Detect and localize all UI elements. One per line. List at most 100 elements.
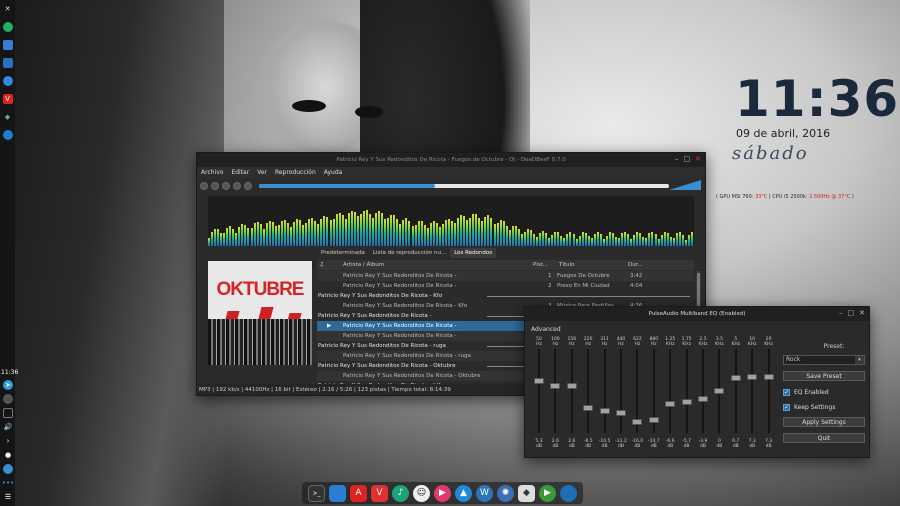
maximize-icon[interactable]: □ <box>684 155 691 163</box>
wordpress-icon[interactable]: W <box>476 484 493 502</box>
vivaldi-icon[interactable]: V <box>371 484 388 502</box>
vivaldi-icon[interactable]: V <box>2 94 13 104</box>
save-preset-button[interactable]: Save Preset <box>783 371 865 381</box>
network-icon[interactable] <box>3 408 13 418</box>
close-icon[interactable]: ✕ <box>859 309 865 317</box>
play-circle-icon[interactable]: ▶ <box>539 484 556 502</box>
logo-icon[interactable]: ✕ <box>3 4 13 14</box>
col-playing[interactable]: ♫ <box>319 262 324 268</box>
acrobat-icon[interactable]: A <box>350 484 367 502</box>
menu-icon[interactable]: ☰ <box>3 492 13 502</box>
band-slider-track[interactable] <box>702 349 704 433</box>
band-slider-track[interactable] <box>734 349 737 433</box>
band-slider-track[interactable] <box>685 349 688 433</box>
table-row[interactable]: Patricio Rey Y Sus Redonditos De Ricota … <box>317 271 694 281</box>
atom-icon[interactable]: ✺ <box>497 484 514 502</box>
band-slider-handle[interactable] <box>599 408 610 415</box>
play-icon[interactable]: ▶ <box>434 484 451 502</box>
band-slider-handle[interactable] <box>698 395 708 402</box>
file-icon[interactable] <box>329 484 346 502</box>
previous-button[interactable] <box>233 182 241 190</box>
band-slider-track[interactable] <box>554 349 557 433</box>
play-button[interactable] <box>211 182 219 190</box>
terminal-icon[interactable]: >_ <box>308 484 325 502</box>
band-slider-handle[interactable] <box>583 404 594 411</box>
band-value-label: 7.3 dB <box>761 439 777 449</box>
next-button[interactable] <box>244 182 252 190</box>
preset-select[interactable]: Rock ▾ <box>783 355 865 365</box>
eq-titlebar[interactable]: PulseAudio Multiband EQ (Enabled) – □ ✕ <box>525 307 869 321</box>
penguin-icon[interactable]: ☺ <box>413 484 430 502</box>
menu-ver[interactable]: Ver <box>257 169 267 176</box>
band-slider-handle[interactable] <box>763 373 774 380</box>
player-titlebar[interactable]: Patricio Rey Y Sus Redonditos De Ricota … <box>197 153 705 167</box>
col-artist[interactable]: Artista / Álbum <box>343 262 384 268</box>
band-slider-handle[interactable] <box>534 377 544 384</box>
panel-clock[interactable]: 11:36 <box>1 369 18 376</box>
band-slider-track[interactable] <box>767 349 770 433</box>
analyzer-bar <box>542 231 545 246</box>
keep-settings-checkbox[interactable]: ✓ Keep Settings <box>783 404 865 411</box>
tab-predeterminada[interactable]: Predeterminada <box>317 248 369 258</box>
blue-app-icon[interactable] <box>2 130 13 140</box>
telegram-icon[interactable]: ➤ <box>3 380 13 390</box>
pause-button[interactable] <box>222 182 230 190</box>
band-slider-handle[interactable] <box>566 382 577 389</box>
close-icon[interactable]: ✕ <box>695 155 701 163</box>
green-app-icon[interactable] <box>2 22 13 32</box>
tab-los-redondos[interactable]: Los Redondos <box>450 248 497 258</box>
band-slider-track[interactable] <box>603 349 606 433</box>
drop-icon[interactable]: ● <box>3 450 13 460</box>
band-slider-handle[interactable] <box>665 400 676 407</box>
col-track[interactable]: Pist... <box>533 262 548 268</box>
band-slider-track[interactable] <box>538 349 540 433</box>
maximize-icon[interactable]: □ <box>848 309 855 317</box>
files-icon[interactable] <box>2 40 13 50</box>
quit-button[interactable]: Quit <box>783 433 865 443</box>
tab-lista[interactable]: Lista de reproducción nu... <box>369 248 450 258</box>
playlist-header: ♫ Artista / Álbum Pist... Título Dur... <box>317 260 694 270</box>
band-slider-handle[interactable] <box>730 374 741 381</box>
band-slider-handle[interactable] <box>550 382 561 389</box>
playlist-group-header[interactable]: Patricio Rey Y Sus Redonditos De Ricota … <box>317 291 694 301</box>
band-value-label: -8.5 dB <box>580 439 596 449</box>
band-slider-handle[interactable] <box>747 373 758 380</box>
col-title[interactable]: Título <box>559 262 574 268</box>
blue-dot-icon[interactable] <box>2 76 13 86</box>
minimize-icon[interactable]: – <box>675 155 679 163</box>
band-slider-handle[interactable] <box>616 409 626 416</box>
band-slider-track[interactable] <box>620 349 622 433</box>
band-slider-handle[interactable] <box>648 416 659 423</box>
band-slider-track[interactable] <box>587 349 590 433</box>
eq-enabled-checkbox[interactable]: ✓ EQ Enabled <box>783 389 865 396</box>
volume-slider[interactable] <box>669 180 701 190</box>
origami-icon[interactable]: ◆ <box>518 484 535 502</box>
green-tool-icon[interactable]: ◆ <box>3 112 13 122</box>
steam-icon[interactable] <box>3 394 13 404</box>
menu-editar[interactable]: Editar <box>231 169 249 176</box>
seek-bar[interactable] <box>259 184 669 188</box>
menu-reproduccion[interactable]: Reproducción <box>275 169 316 176</box>
apply-settings-button[interactable]: Apply Settings <box>783 417 865 427</box>
minimize-icon[interactable]: – <box>839 309 843 317</box>
music-icon[interactable]: ♪ <box>392 484 409 502</box>
chevron-down-icon[interactable]: ▾ <box>855 356 864 364</box>
globe-icon[interactable] <box>3 464 13 474</box>
menu-archivo[interactable]: Archivo <box>201 169 223 176</box>
stop-button[interactable] <box>200 182 208 190</box>
band-slider-handle[interactable] <box>681 399 692 406</box>
dots-icon[interactable]: ••• <box>2 478 14 488</box>
menu-ayuda[interactable]: Ayuda <box>324 169 343 176</box>
folder-icon[interactable] <box>2 58 13 68</box>
volume-icon[interactable]: 🔊 <box>3 422 13 432</box>
band-slider-track[interactable] <box>669 349 672 433</box>
band-slider-handle[interactable] <box>632 419 643 426</box>
steam-icon[interactable] <box>560 484 577 502</box>
table-row[interactable]: Patricio Rey Y Sus Redonditos De Ricota … <box>317 281 694 291</box>
band-slider-handle[interactable] <box>714 388 725 394</box>
chevron-right-icon[interactable]: › <box>3 436 13 446</box>
band-slider-track[interactable] <box>570 349 573 433</box>
col-duration[interactable]: Dur... <box>628 262 643 268</box>
band-slider-track[interactable] <box>751 349 754 433</box>
triangle-icon[interactable]: ▲ <box>455 484 472 502</box>
